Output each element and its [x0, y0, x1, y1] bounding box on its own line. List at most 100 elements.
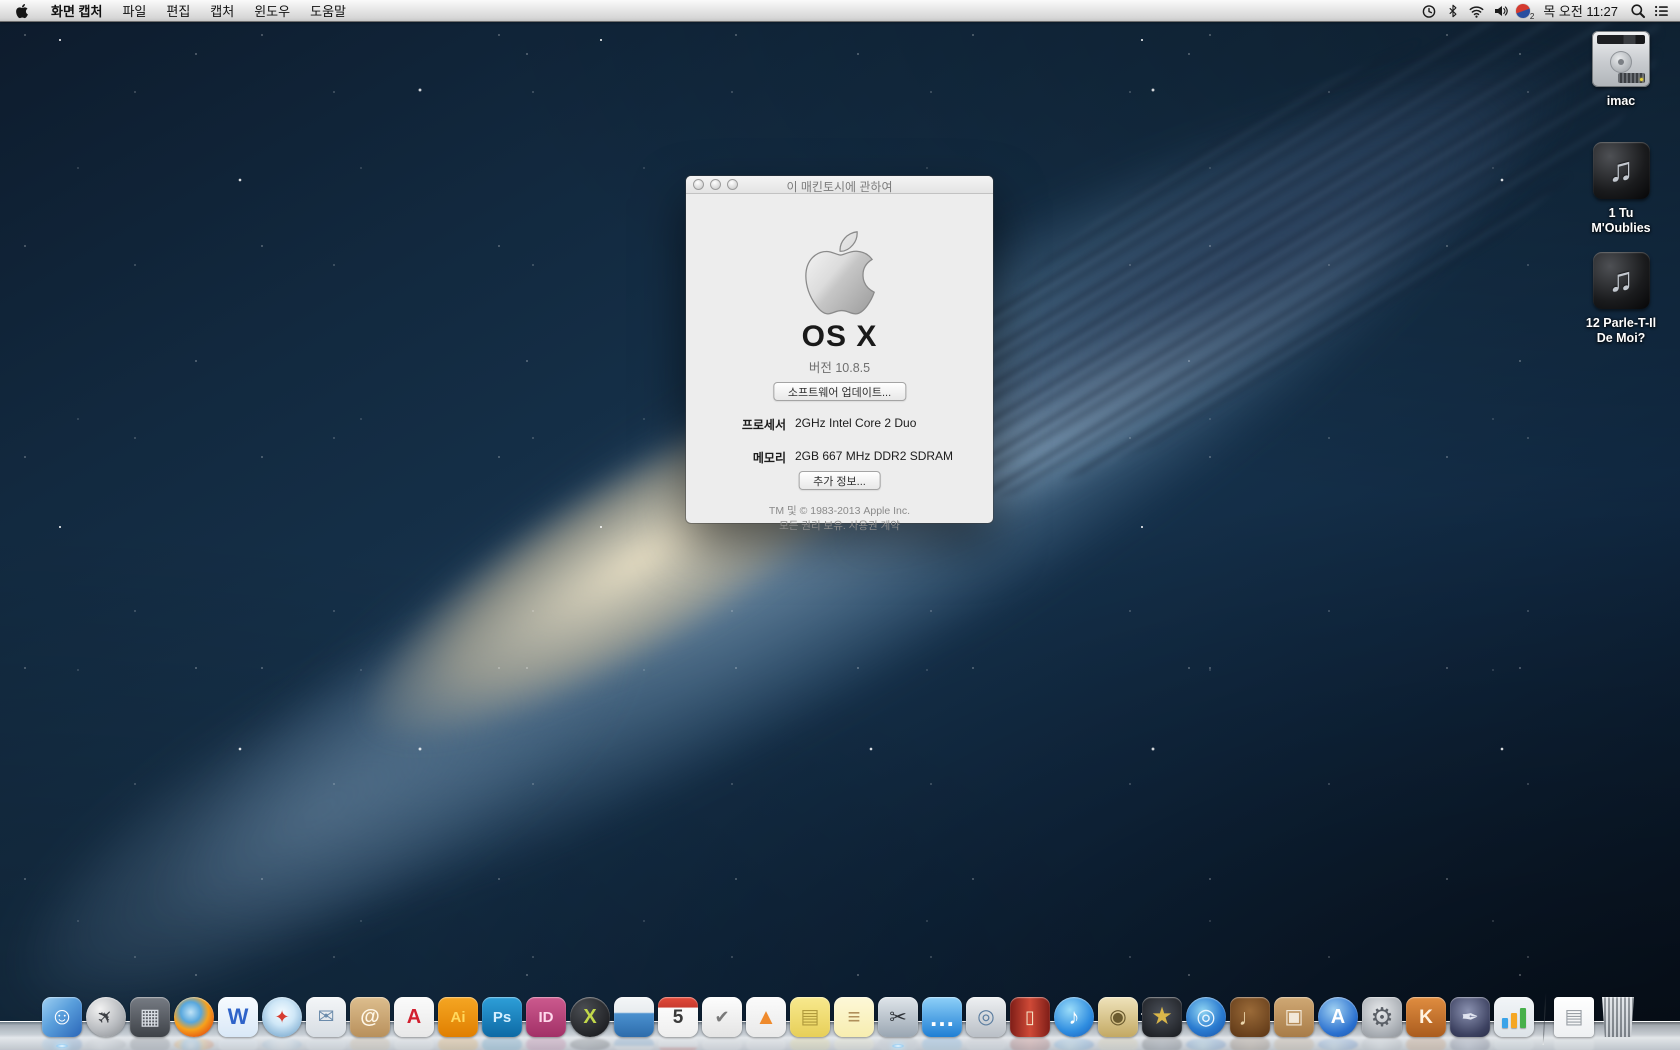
iphoto-icon: ◉: [1098, 997, 1138, 1037]
photoshop-icon: Ps: [482, 997, 522, 1037]
dock-item-trash[interactable]: [1598, 997, 1638, 1037]
notes-icon: ≡: [834, 997, 874, 1037]
dock-item-mission-control[interactable]: ▦: [130, 997, 170, 1037]
desktop-icon-audio-file-2[interactable]: ♫ 12 Parle-T-Il De Moi?: [1581, 252, 1661, 346]
dock-item-numbers[interactable]: [1494, 997, 1534, 1037]
dock-item-launchpad[interactable]: ✈: [86, 997, 126, 1037]
dock-item-notes[interactable]: ≡: [834, 997, 874, 1037]
dock-item-system-preferences[interactable]: ⚙: [1362, 997, 1402, 1037]
desktop-icon-audio-file-1[interactable]: ♫ 1 Tu M'Oublies: [1581, 142, 1661, 236]
processor-label: 프로세서: [686, 416, 786, 433]
menu-item-help[interactable]: 도움말: [300, 0, 356, 21]
grab-icon: ✂: [878, 997, 918, 1037]
contacts-icon: @: [350, 997, 390, 1037]
hard-drive-icon: [1592, 31, 1650, 87]
mail-icon: ✉: [306, 997, 346, 1037]
dock-item-indesign[interactable]: ID: [526, 997, 566, 1037]
time-machine-icon[interactable]: [1420, 2, 1437, 19]
taegeuk-symbol: [1516, 4, 1530, 18]
launchpad-icon: ✈: [86, 997, 126, 1037]
dock-item-firefox[interactable]: [174, 997, 214, 1037]
memory-label: 메모리: [686, 449, 786, 466]
dock-item-itunes[interactable]: ♪: [1054, 997, 1094, 1037]
mission-control-icon: ▦: [130, 997, 170, 1037]
document-icon: ▤: [1554, 997, 1594, 1037]
menu-item-window[interactable]: 윈도우: [244, 0, 300, 21]
webhard-icon: W: [218, 997, 258, 1037]
system-preferences-icon: ⚙: [1362, 997, 1402, 1037]
dock-item-document[interactable]: ▤: [1554, 997, 1594, 1037]
dock-item-idvd[interactable]: ◎: [1186, 997, 1226, 1037]
dock-item-iweb[interactable]: ▣: [1274, 997, 1314, 1037]
spotlight-icon[interactable]: [1629, 2, 1646, 19]
menu-clock[interactable]: 목 오전 11:27: [1539, 1, 1622, 20]
dock-item-toast[interactable]: [614, 997, 654, 1037]
reminders-icon: ✔: [702, 997, 742, 1037]
desktop: 화면 캡처 파일 편집 캡처 윈도우 도움말 2 목 오전 11:27: [0, 0, 1680, 1050]
dock-item-app-store[interactable]: A: [1318, 997, 1358, 1037]
stickies-icon: ▤: [790, 997, 830, 1037]
dock-item-calendar[interactable]: 5: [658, 997, 698, 1037]
desktop-icon-label: 1 Tu M'Oublies: [1581, 206, 1661, 236]
dock-item-keynote[interactable]: K: [1406, 997, 1446, 1037]
dock-item-vlc[interactable]: ▲: [746, 997, 786, 1037]
apple-menu[interactable]: [0, 0, 41, 21]
dock-item-facetime[interactable]: ◎: [966, 997, 1006, 1037]
desktop-icon-imac[interactable]: imac: [1581, 31, 1661, 109]
memory-value: 2GB 667 MHz DDR2 SDRAM: [795, 449, 993, 466]
copyright-line-2: 모든 권리 보유. 사용권 계약: [686, 518, 993, 533]
input-source-number: 2: [1530, 12, 1534, 21]
dock-item-illustrator[interactable]: Ai: [438, 997, 478, 1037]
dock-item-stickies[interactable]: ▤: [790, 997, 830, 1037]
dock-item-contacts[interactable]: @: [350, 997, 390, 1037]
garageband-icon: ♩: [1230, 997, 1270, 1037]
indesign-icon: ID: [526, 997, 566, 1037]
notification-center-icon[interactable]: [1653, 2, 1670, 19]
wifi-icon[interactable]: [1468, 2, 1485, 19]
dock-item-grab[interactable]: ✂: [878, 997, 918, 1037]
volume-icon[interactable]: [1492, 2, 1509, 19]
toast-icon: [614, 997, 654, 1037]
dock-item-garageband[interactable]: ♩: [1230, 997, 1270, 1037]
numbers-icon: [1494, 997, 1534, 1037]
window-title: 이 매킨토시에 관하여: [686, 178, 993, 195]
more-info-button[interactable]: 추가 정보...: [798, 471, 881, 490]
itunes-icon: ♪: [1054, 997, 1094, 1037]
vlc-icon: ▲: [746, 997, 786, 1037]
input-source-flag-icon[interactable]: 2: [1516, 3, 1532, 19]
running-indicator: [56, 1044, 68, 1048]
dock-item-quarkxpress[interactable]: X: [570, 997, 610, 1037]
window-title-bar[interactable]: 이 매킨토시에 관하여: [686, 176, 993, 194]
dock-item-photoshop[interactable]: Ps: [482, 997, 522, 1037]
dock-item-pages[interactable]: ✒: [1450, 997, 1490, 1037]
acrobat-icon: A: [394, 997, 434, 1037]
dock-item-iphoto[interactable]: ◉: [1098, 997, 1138, 1037]
apple-icon: [15, 3, 29, 19]
dock-item-mail[interactable]: ✉: [306, 997, 346, 1037]
menu-bar: 화면 캡처 파일 편집 캡처 윈도우 도움말 2 목 오전 11:27: [0, 0, 1680, 22]
menu-item-edit[interactable]: 편집: [156, 0, 200, 21]
dock-item-webhard[interactable]: W: [218, 997, 258, 1037]
firefox-icon: [174, 997, 214, 1037]
iweb-icon: ▣: [1274, 997, 1314, 1037]
dock-item-acrobat[interactable]: A: [394, 997, 434, 1037]
facetime-icon: ◎: [966, 997, 1006, 1037]
dock-item-safari[interactable]: ✦: [262, 997, 302, 1037]
bluetooth-icon[interactable]: [1444, 2, 1461, 19]
about-window: 이 매킨토시에 관하여 OS X 버전 10.8.5 소프트웨어 업데이트...: [686, 176, 993, 523]
menu-item-file[interactable]: 파일: [112, 0, 156, 21]
dock-item-finder[interactable]: ☺: [42, 997, 82, 1037]
processor-value: 2GHz Intel Core 2 Duo: [795, 416, 993, 433]
software-update-button[interactable]: 소프트웨어 업데이트...: [773, 382, 906, 401]
os-version: 버전 10.8.5: [686, 357, 993, 376]
dock-item-imovie[interactable]: ★: [1142, 997, 1182, 1037]
music-note-icon: ♫: [1593, 252, 1650, 309]
dock-item-messages[interactable]: …: [922, 997, 962, 1037]
dock-item-photo-booth[interactable]: ▯: [1010, 997, 1050, 1037]
desktop-icon-label: 12 Parle-T-Il De Moi?: [1581, 316, 1661, 346]
menu-item-app-name[interactable]: 화면 캡처: [41, 0, 112, 21]
dock-item-reminders[interactable]: ✔: [702, 997, 742, 1037]
photo-booth-icon: ▯: [1010, 997, 1050, 1037]
menu-item-capture[interactable]: 캡처: [200, 0, 244, 21]
idvd-icon: ◎: [1186, 997, 1226, 1037]
